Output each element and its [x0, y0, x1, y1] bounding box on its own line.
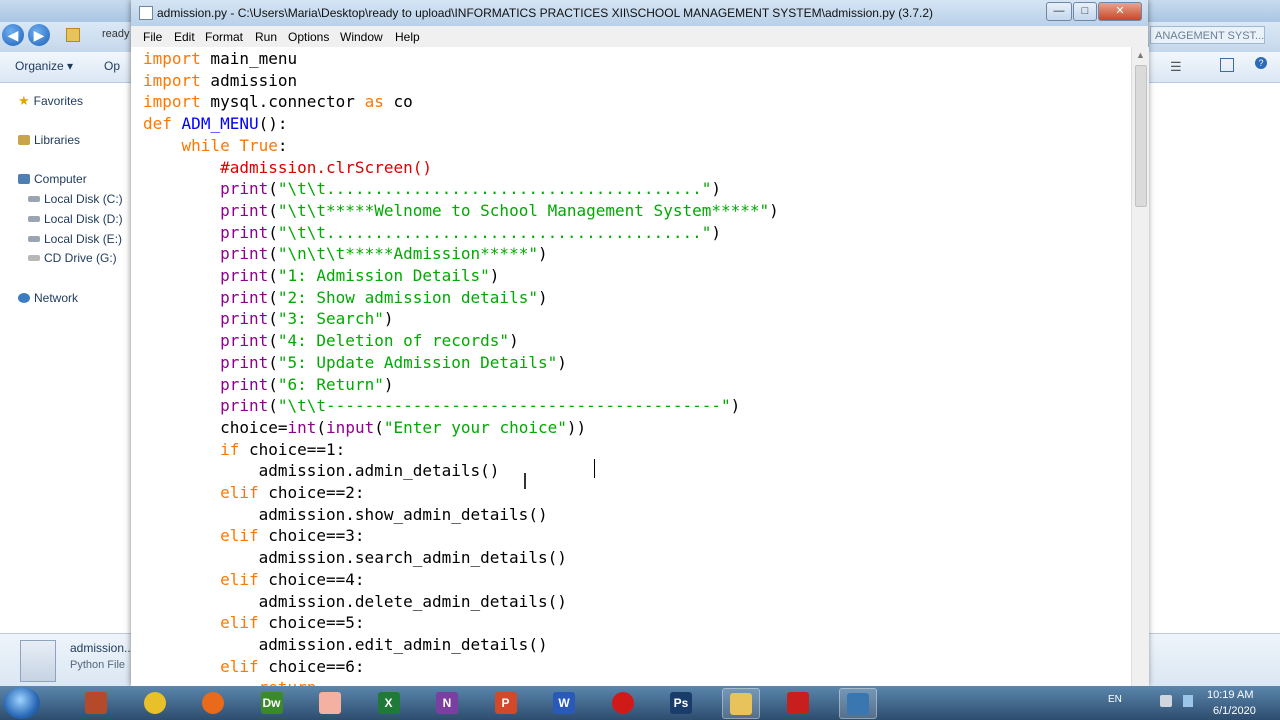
explorer-icon — [729, 692, 752, 715]
network-status-icon[interactable] — [1183, 695, 1193, 707]
nav-drive-g[interactable]: CD Drive (G:) — [28, 251, 117, 265]
clock-time[interactable]: 10:19 AM — [1207, 689, 1253, 701]
nav-drive-label: CD Drive (G:) — [44, 251, 117, 265]
text-cursor — [594, 459, 595, 478]
taskbar-powerpoint[interactable]: P — [488, 688, 524, 717]
menu-help[interactable]: Help — [395, 30, 420, 44]
details-file-type: Python File — [70, 659, 126, 671]
tray-app-icon[interactable] — [1160, 695, 1172, 707]
menu-edit[interactable]: Edit — [174, 30, 195, 44]
start-button[interactable] — [4, 687, 40, 719]
nav-favorites-label: Favorites — [33, 94, 84, 108]
window-title: admission.py - C:\Users\Maria\Desktop\re… — [157, 6, 933, 20]
nav-drive-label: Local Disk (D:) — [44, 212, 123, 226]
explorer-file-pane — [1148, 83, 1280, 633]
taskbar-firefox[interactable] — [195, 688, 231, 717]
drive-icon — [28, 216, 40, 222]
python-icon — [846, 692, 869, 715]
photoshop-icon: Ps — [670, 691, 692, 714]
opera-icon — [611, 691, 634, 714]
menu-run[interactable]: Run — [255, 30, 277, 44]
nav-drive-d[interactable]: Local Disk (D:) — [28, 212, 123, 226]
computer-icon — [18, 174, 30, 184]
nav-network-label: Network — [34, 291, 79, 305]
menu-window[interactable]: Window — [340, 30, 383, 44]
help-icon[interactable]: ? — [1255, 57, 1267, 69]
taskbar-excel[interactable]: X — [371, 688, 407, 717]
paint-icon — [319, 691, 341, 714]
menu-file[interactable]: File — [143, 30, 162, 44]
back-arrow-icon[interactable]: ◀ — [2, 24, 24, 46]
nav-libraries[interactable]: Libraries — [18, 133, 80, 147]
nav-drive-label: Local Disk (C:) — [44, 192, 123, 206]
python-file-icon — [20, 640, 56, 682]
close-button[interactable]: ✕ — [1098, 2, 1142, 21]
firefox-icon — [202, 691, 224, 714]
minimize-button[interactable]: — — [1046, 2, 1072, 21]
nav-drive-label: Local Disk (E:) — [44, 232, 123, 246]
nav-computer[interactable]: Computer — [18, 172, 87, 186]
menu-format[interactable]: Format — [205, 30, 243, 44]
folder-icon — [66, 28, 80, 42]
search-input[interactable]: ANAGEMENT SYST... — [1150, 26, 1265, 44]
star-icon: ★ — [18, 93, 30, 108]
nav-favorites[interactable]: ★ Favorites — [18, 93, 83, 109]
preview-pane-icon[interactable] — [1220, 58, 1234, 72]
taskbar-dreamweaver[interactable]: Dw — [254, 688, 290, 717]
task-manager-icon — [85, 691, 107, 714]
open-button[interactable]: Op — [104, 59, 120, 73]
taskbar-opera[interactable] — [605, 688, 641, 717]
onenote-icon: N — [436, 691, 458, 714]
acrobat-icon — [787, 691, 809, 714]
dreamweaver-icon: Dw — [260, 691, 283, 714]
idle-editor-window: admission.py - C:\Users\Maria\Desktop\re… — [131, 0, 1149, 686]
menu-bar: File Edit Format Run Options Window Help — [131, 26, 1148, 48]
word-icon: W — [553, 691, 575, 714]
maximize-button[interactable]: □ — [1073, 2, 1097, 21]
nav-network[interactable]: Network — [18, 291, 78, 305]
chrome-icon — [143, 691, 166, 714]
menu-options[interactable]: Options — [288, 30, 329, 44]
nav-libraries-label: Libraries — [34, 133, 81, 147]
navigation-pane — [0, 83, 130, 633]
taskbar-explorer[interactable] — [721, 688, 760, 719]
clock-date[interactable]: 6/1/2020 — [1213, 705, 1256, 717]
address-fragment: ready — [102, 28, 130, 40]
taskbar-acrobat[interactable] — [780, 688, 816, 717]
taskbar-python[interactable] — [838, 688, 877, 719]
organize-button[interactable]: Organize ▾ — [15, 59, 73, 73]
library-icon — [18, 135, 30, 145]
scroll-up-icon[interactable]: ▲ — [1136, 50, 1145, 60]
excel-icon: X — [377, 691, 400, 714]
drive-icon — [28, 196, 40, 202]
language-indicator[interactable]: EN — [1108, 694, 1122, 705]
taskbar-chrome[interactable] — [137, 688, 173, 717]
taskbar-onenote[interactable]: N — [429, 688, 465, 717]
taskbar-paint[interactable] — [312, 688, 348, 717]
drive-icon — [28, 236, 40, 242]
scrollbar-thumb[interactable] — [1135, 65, 1147, 207]
network-icon — [18, 293, 30, 303]
view-options-icon[interactable]: ☰ — [1170, 59, 1182, 75]
taskbar-task-manager[interactable] — [78, 688, 114, 717]
details-file-name: admission... — [70, 641, 135, 655]
taskbar-word[interactable]: W — [546, 688, 582, 717]
ibeam-cursor-icon — [524, 473, 529, 489]
taskbar-photoshop[interactable]: Ps — [663, 688, 699, 717]
python-window-icon — [139, 6, 153, 20]
cd-drive-icon — [28, 255, 40, 261]
nav-computer-label: Computer — [34, 172, 87, 186]
code-editor[interactable]: import main_menu import admission import… — [131, 47, 1131, 686]
code-text[interactable]: import main_menu import admission import… — [143, 48, 779, 686]
vertical-scrollbar[interactable]: ▲ — [1131, 47, 1149, 686]
nav-drive-e[interactable]: Local Disk (E:) — [28, 232, 122, 246]
powerpoint-icon: P — [494, 691, 517, 714]
nav-drive-c[interactable]: Local Disk (C:) — [28, 192, 123, 206]
idle-titlebar[interactable]: admission.py - C:\Users\Maria\Desktop\re… — [131, 0, 1148, 26]
forward-arrow-icon[interactable]: ▶ — [28, 24, 50, 46]
